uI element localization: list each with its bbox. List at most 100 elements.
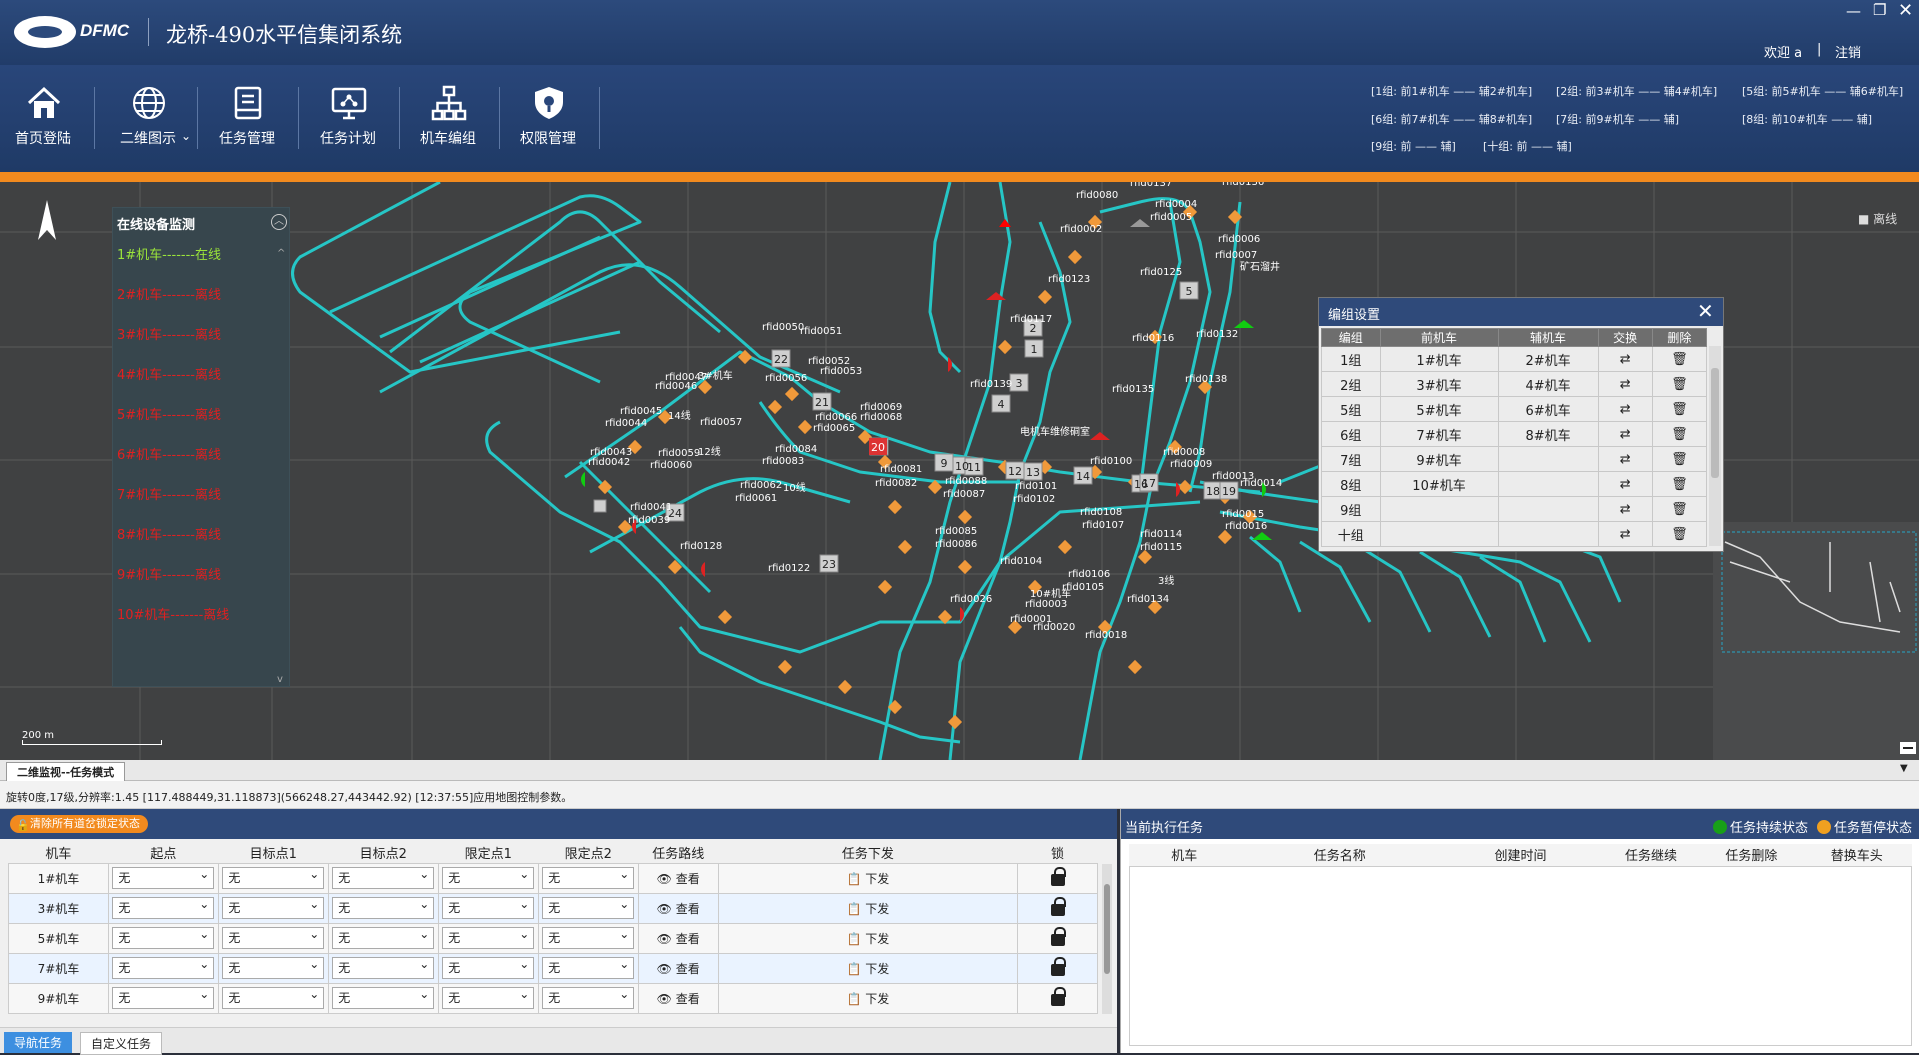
logout-link[interactable]: 注销 (1835, 42, 1861, 61)
toolbar-task-management[interactable]: 任务管理 (198, 65, 296, 172)
dialog-scrollbar-thumb[interactable] (1711, 368, 1719, 478)
group-table: 编组 前机车 辅机车 交换 删除 1组 1#机车 2#机车 ⇄ 🗑 2组 3#机… (1321, 328, 1708, 547)
view-route-button[interactable]: 👁 查看 (637, 952, 719, 984)
toolbar-locomotive-grouping[interactable]: 机车编组 (399, 65, 497, 172)
limit2-select[interactable]: 无 (542, 924, 635, 949)
start-select[interactable]: 无 (112, 954, 215, 979)
scroll-up-icon[interactable]: ^ (277, 248, 285, 259)
table-row: 1组 1#机车 2#机车 ⇄ 🗑 (1321, 346, 1708, 372)
lock-icon (1050, 866, 1066, 886)
view-label: 查看 (675, 931, 700, 946)
svg-text:rfid0084: rfid0084 (775, 444, 817, 455)
chevron-down-icon[interactable]: ▼ (1900, 763, 1908, 774)
delete-icon[interactable]: 🗑 (1671, 402, 1688, 417)
collapse-icon[interactable]: ︿ (271, 214, 287, 230)
swap-icon[interactable]: ⇄ (1620, 477, 1631, 492)
swap-icon[interactable]: ⇄ (1620, 352, 1631, 367)
swap-icon[interactable]: ⇄ (1620, 377, 1631, 392)
lock-toggle[interactable] (1017, 892, 1098, 924)
clear-lock-status-button[interactable]: 🔓 清除所有道岔锁定状态 (10, 815, 148, 833)
aux-cell: 4#机车 (1497, 371, 1599, 397)
delete-icon[interactable]: 🗑 (1671, 527, 1688, 542)
swap-icon[interactable]: ⇄ (1620, 427, 1631, 442)
column-header: 任务删除 (1701, 844, 1802, 867)
toolbar-2d-view[interactable]: 二维图示 ⌄ (99, 65, 197, 172)
dispatch-button[interactable]: 📋 下发 (717, 862, 1019, 894)
svg-text:rfid0139: rfid0139 (970, 379, 1012, 390)
limit1-select[interactable]: 无 (442, 864, 535, 889)
overview-minimap (1713, 522, 1919, 760)
column-header: 限定点2 (538, 843, 639, 863)
swap-icon[interactable]: ⇄ (1620, 402, 1631, 417)
close-icon[interactable]: ✕ (1697, 299, 1714, 323)
limit2-select[interactable]: 无 (542, 894, 635, 919)
limit2-select[interactable]: 无 (542, 984, 635, 1009)
scroll-down-icon[interactable]: v (277, 674, 283, 685)
target2-select[interactable]: 无 (332, 894, 435, 919)
limit1-select[interactable]: 无 (442, 984, 535, 1009)
lock-toggle[interactable] (1017, 862, 1098, 894)
svg-text:rfid0107: rfid0107 (1082, 520, 1124, 531)
view-route-button[interactable]: 👁 查看 (637, 892, 719, 924)
task-table-scrollbar-thumb[interactable] (1104, 884, 1110, 974)
delete-icon[interactable]: 🗑 (1671, 427, 1688, 442)
target2-select[interactable]: 无 (332, 924, 435, 949)
orange-dot-icon (1817, 820, 1831, 834)
delete-icon[interactable]: 🗑 (1671, 502, 1688, 517)
target2-select[interactable]: 无 (332, 864, 435, 889)
toolbar-permission-management[interactable]: 权限管理 (499, 65, 597, 172)
limit1-select[interactable]: 无 (442, 894, 535, 919)
dispatch-button[interactable]: 📋 下发 (717, 922, 1019, 954)
limit1-select[interactable]: 无 (442, 954, 535, 979)
delete-icon[interactable]: 🗑 (1671, 452, 1688, 467)
lock-toggle[interactable] (1017, 922, 1098, 954)
limit2-select[interactable]: 无 (542, 954, 635, 979)
aux-cell: 2#机车 (1497, 346, 1599, 372)
dispatch-button[interactable]: 📋 下发 (717, 982, 1019, 1014)
limit2-select[interactable]: 无 (542, 864, 635, 889)
maximize-button[interactable]: ❐ (1873, 1, 1886, 19)
swap-icon[interactable]: ⇄ (1620, 452, 1631, 467)
dispatch-button[interactable]: 📋 下发 (717, 952, 1019, 984)
delete-icon[interactable]: 🗑 (1671, 377, 1688, 392)
lock-toggle[interactable] (1017, 982, 1098, 1014)
start-select[interactable]: 无 (112, 894, 215, 919)
lock-toggle[interactable] (1017, 952, 1098, 984)
swap-icon[interactable]: ⇄ (1620, 527, 1631, 542)
start-select[interactable]: 无 (112, 864, 215, 889)
svg-text:rfid0015: rfid0015 (1222, 509, 1264, 520)
target1-select[interactable]: 无 (222, 954, 325, 979)
target2-select[interactable]: 无 (332, 984, 435, 1009)
shield-icon (535, 87, 563, 119)
dispatch-button[interactable]: 📋 下发 (717, 892, 1019, 924)
delete-icon[interactable]: 🗑 (1671, 352, 1688, 367)
delete-icon[interactable]: 🗑 (1671, 477, 1688, 492)
current-tasks-header: 当前执行任务 任务持续状态 任务暂停状态 (1121, 809, 1919, 839)
clear-lock-status-label: 清除所有道岔锁定状态 (30, 817, 140, 830)
target2-select[interactable]: 无 (332, 954, 435, 979)
minimize-button[interactable]: — (1846, 2, 1861, 20)
svg-text:rfid0004: rfid0004 (1155, 199, 1197, 210)
toolbar-home-login[interactable]: 首页登陆 (0, 65, 92, 172)
task-table: 机车 起点 目标点1 目标点2 限定点1 限定点2 任务路线 任务下发 锁 1#… (8, 843, 1098, 1014)
target1-select[interactable]: 无 (222, 864, 325, 889)
tab-navigation-task[interactable]: 导航任务 (4, 1032, 73, 1053)
tab-2d-monitor-task-mode[interactable]: 二维监视--任务模式 (6, 762, 126, 781)
column-header: 替换车头 (1801, 844, 1912, 867)
locomotive-cell: 9#机车 (8, 982, 109, 1014)
target1-select[interactable]: 无 (222, 894, 325, 919)
tab-custom-task[interactable]: 自定义任务 (80, 1032, 163, 1055)
swap-icon[interactable]: ⇄ (1620, 502, 1631, 517)
close-window-button[interactable]: ✕ (1898, 0, 1913, 21)
limit1-select[interactable]: 无 (442, 924, 535, 949)
group-cell: 5组 (1321, 396, 1381, 422)
view-route-button[interactable]: 👁 查看 (637, 922, 719, 954)
view-route-button[interactable]: 👁 查看 (637, 982, 719, 1014)
target1-select[interactable]: 无 (222, 984, 325, 1009)
view-route-button[interactable]: 👁 查看 (637, 862, 719, 894)
toolbar-task-plan[interactable]: 任务计划 (299, 65, 397, 172)
task-tab-strip: 导航任务 自定义任务 (0, 1027, 1117, 1055)
target1-select[interactable]: 无 (222, 924, 325, 949)
start-select[interactable]: 无 (112, 984, 215, 1009)
start-select[interactable]: 无 (112, 924, 215, 949)
